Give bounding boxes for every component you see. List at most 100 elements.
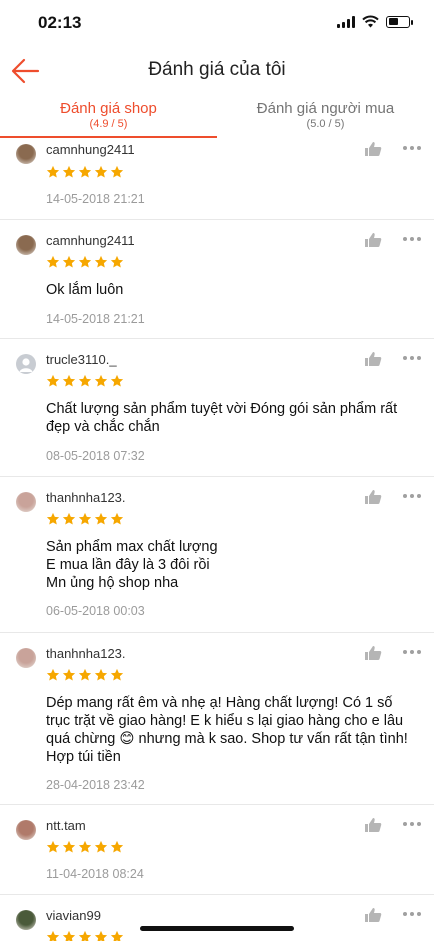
star-rating [46, 165, 124, 179]
review-username[interactable]: ntt.tam [46, 818, 86, 833]
review-comment: Chất lượng sản phẩm tuyệt vời Đóng gói s… [46, 401, 398, 435]
home-indicator[interactable] [140, 926, 294, 931]
thumbs-up-icon[interactable] [364, 232, 382, 248]
star-icon [110, 512, 124, 525]
status-icons [337, 15, 413, 28]
thumbs-up-icon[interactable] [364, 817, 382, 833]
review-date: 08-05-2018 07:32 [46, 449, 145, 463]
star-icon [78, 374, 92, 387]
tab-bar: Đánh giá shop (4.9 / 5) Đánh giá người m… [0, 96, 434, 138]
review-item: thanhnha123. Dép mang rất êm và nhẹ ạ! H… [0, 633, 434, 805]
more-dots-icon[interactable] [403, 237, 423, 243]
status-bar: 02:13 [0, 0, 434, 46]
review-item: trucle3110._ Chất lượng sản phẩm tuyệt v… [0, 339, 434, 477]
review-username[interactable]: thanhnha123. [46, 646, 126, 661]
star-icon [110, 165, 124, 178]
star-icon [46, 255, 60, 268]
star-icon [110, 840, 124, 853]
star-icon [62, 930, 76, 941]
battery-icon [386, 15, 413, 28]
review-username[interactable]: camnhung2411 [46, 233, 135, 248]
avatar[interactable] [16, 354, 36, 374]
page-title: Đánh giá của tôi [148, 59, 286, 80]
avatar[interactable] [16, 492, 36, 512]
thumbs-up-icon[interactable] [364, 141, 382, 157]
review-username[interactable]: trucle3110._ [46, 352, 117, 367]
tab-buyer-reviews[interactable]: Đánh giá người mua (5.0 / 5) [217, 96, 434, 138]
tab-shop-reviews[interactable]: Đánh giá shop (4.9 / 5) [0, 96, 217, 138]
review-list[interactable]: camnhung2411 14-05-2018 21:21 camnhung24… [0, 138, 434, 941]
star-rating [46, 512, 124, 526]
thumbs-up-icon[interactable] [364, 645, 382, 661]
star-icon [94, 668, 108, 681]
star-icon [46, 374, 60, 387]
star-rating [46, 255, 124, 269]
avatar[interactable] [16, 910, 36, 930]
star-icon [94, 840, 108, 853]
more-dots-icon[interactable] [403, 146, 423, 152]
review-comment: Dép mang rất êm và nhẹ ạ! Hàng chất lượn… [46, 695, 408, 765]
star-icon [46, 512, 60, 525]
thumbs-up-icon[interactable] [364, 907, 382, 923]
default-avatar-icon [19, 358, 33, 372]
review-item: ntt.tam 11-04-2018 08:24 [0, 805, 434, 895]
more-dots-icon[interactable] [403, 494, 423, 500]
star-icon [78, 165, 92, 178]
star-icon [46, 668, 60, 681]
avatar[interactable] [16, 144, 36, 164]
star-icon [94, 165, 108, 178]
star-icon [62, 668, 76, 681]
star-icon [62, 374, 76, 387]
review-item: viavian99 [0, 895, 434, 941]
star-icon [78, 930, 92, 941]
star-icon [78, 840, 92, 853]
nav-bar: Đánh giá của tôi [0, 46, 434, 96]
thumbs-up-icon[interactable] [364, 489, 382, 505]
star-icon [94, 374, 108, 387]
star-rating [46, 374, 124, 388]
more-dots-icon[interactable] [403, 912, 423, 918]
star-rating [46, 668, 124, 682]
star-icon [62, 165, 76, 178]
star-rating [46, 930, 124, 941]
tab-rating: (5.0 / 5) [306, 118, 345, 130]
star-icon [110, 255, 124, 268]
star-icon [78, 668, 92, 681]
review-date: 14-05-2018 21:21 [46, 312, 145, 326]
star-icon [110, 668, 124, 681]
cellular-signal-icon [337, 15, 355, 28]
star-icon [110, 374, 124, 387]
tab-label: Đánh giá shop [60, 100, 157, 117]
tab-label: Đánh giá người mua [256, 100, 395, 117]
avatar[interactable] [16, 820, 36, 840]
review-item: camnhung2411 14-05-2018 21:21 [0, 138, 434, 220]
review-comment: Ok lắm luôn [46, 282, 124, 298]
star-icon [62, 840, 76, 853]
star-icon [78, 512, 92, 525]
review-date: 06-05-2018 00:03 [46, 604, 145, 618]
review-date: 14-05-2018 21:21 [46, 192, 145, 206]
star-icon [46, 840, 60, 853]
star-icon [78, 255, 92, 268]
star-icon [62, 512, 76, 525]
star-icon [94, 930, 108, 941]
wifi-icon [362, 15, 379, 28]
star-icon [46, 165, 60, 178]
avatar[interactable] [16, 235, 36, 255]
more-dots-icon[interactable] [403, 822, 423, 828]
review-comment: Sản phẩm max chất lượng E mua lần đây là… [46, 539, 218, 591]
thumbs-up-icon[interactable] [364, 351, 382, 367]
star-icon [94, 255, 108, 268]
review-item: thanhnha123. Sản phẩm max chất lượng E m… [0, 477, 434, 633]
review-username[interactable]: thanhnha123. [46, 490, 126, 505]
more-dots-icon[interactable] [403, 356, 423, 362]
more-dots-icon[interactable] [403, 650, 423, 656]
review-username[interactable]: viavian99 [46, 908, 101, 923]
star-icon [110, 930, 124, 941]
star-rating [46, 840, 124, 854]
review-username[interactable]: camnhung2411 [46, 142, 135, 157]
star-icon [46, 930, 60, 941]
tab-rating: (4.9 / 5) [89, 118, 128, 130]
avatar[interactable] [16, 648, 36, 668]
review-item: camnhung2411 Ok lắm luôn 14-05-2018 21:2… [0, 220, 434, 339]
